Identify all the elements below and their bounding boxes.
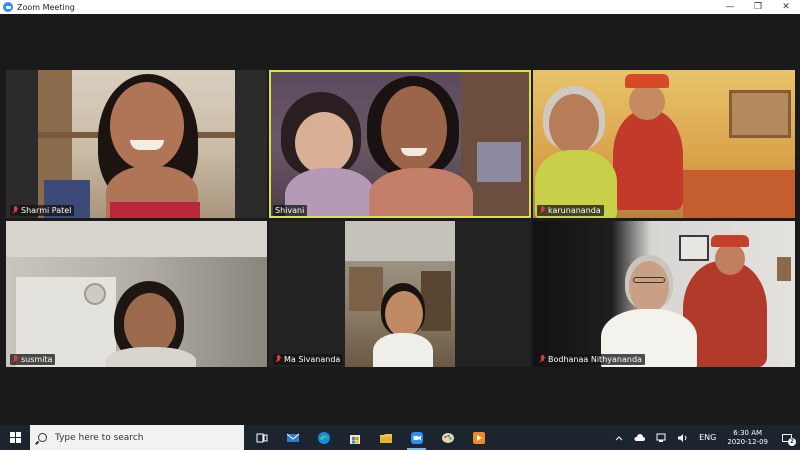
chevron-up-icon[interactable] [610,425,628,450]
participant-video [533,70,795,218]
participant-tile[interactable]: Ma Sivananda [269,221,531,367]
muted-mic-icon [12,206,19,215]
window-controls: — ❐ ✕ [716,0,800,14]
muted-mic-icon [539,206,546,215]
participant-name: Bodhanaa Nithyananda [548,355,642,364]
windows-taskbar: Type here to search ENG 6:30 AM 2020-12-… [0,425,800,450]
participant-name-tag: susmita [10,354,56,365]
edge-browser-icon[interactable] [308,425,339,450]
participant-video [6,221,267,367]
maximize-button[interactable]: ❐ [744,0,772,14]
store-icon[interactable] [339,425,370,450]
minimize-button[interactable]: — [716,0,744,14]
taskbar-search-box[interactable]: Type here to search [30,425,244,450]
participant-name: Ma Sivananda [284,355,341,364]
participant-name-tag: Shivani [273,205,308,216]
network-icon[interactable] [650,425,672,450]
participant-tile[interactable]: karunananda [533,70,795,218]
notification-count-badge: 2 [788,438,796,446]
muted-mic-icon [539,355,546,364]
clock-time: 6:30 AM [733,428,763,437]
participant-name: susmita [21,355,53,364]
participant-tile[interactable]: Bodhanaa Nithyananda [533,221,795,367]
participant-tile[interactable]: susmita [6,221,267,367]
window-titlebar: Zoom Meeting — ❐ ✕ [0,0,800,14]
file-explorer-icon[interactable] [370,425,401,450]
participant-name-tag: Bodhanaa Nithyananda [537,354,645,365]
task-view-icon[interactable] [246,425,277,450]
search-icon [38,433,47,442]
search-placeholder: Type here to search [55,432,144,443]
zoom-taskbar-icon[interactable] [401,425,432,450]
participant-name: Sharmi Patel [21,206,72,215]
windows-logo-icon [9,432,21,443]
clock-date: 2020-12-09 [727,437,768,446]
system-tray: ENG 6:30 AM 2020-12-09 2 [610,425,800,450]
taskbar-clock[interactable]: 6:30 AM 2020-12-09 [721,425,774,450]
participant-name-tag: karunananda [537,205,604,216]
participant-tile-active-speaker[interactable]: Shivani [269,70,531,218]
close-button[interactable]: ✕ [772,0,800,14]
volume-icon[interactable] [672,425,694,450]
muted-mic-icon [275,355,282,364]
participant-name-tag: Sharmi Patel [10,205,75,216]
participant-video [533,221,795,367]
participant-video [271,72,529,216]
participant-name-tag: Ma Sivananda [273,354,344,365]
media-player-icon[interactable] [463,425,494,450]
zoom-app-icon [3,2,13,12]
notification-center-button[interactable]: 2 [774,425,800,450]
participant-name: karunananda [548,206,601,215]
participant-name: Shivani [275,206,305,215]
participant-video [38,70,235,218]
pinned-apps [246,425,494,450]
window-title: Zoom Meeting [17,2,75,12]
cloud-icon[interactable] [628,425,650,450]
mail-icon[interactable] [277,425,308,450]
language-indicator[interactable]: ENG [694,425,721,450]
participant-tile[interactable]: Sharmi Patel [6,70,267,218]
start-button[interactable] [0,425,30,450]
paint-icon[interactable] [432,425,463,450]
muted-mic-icon [12,355,19,364]
participant-video [345,221,455,367]
gallery-view: Sharmi Patel Shivani karunananda susmita… [0,14,800,425]
